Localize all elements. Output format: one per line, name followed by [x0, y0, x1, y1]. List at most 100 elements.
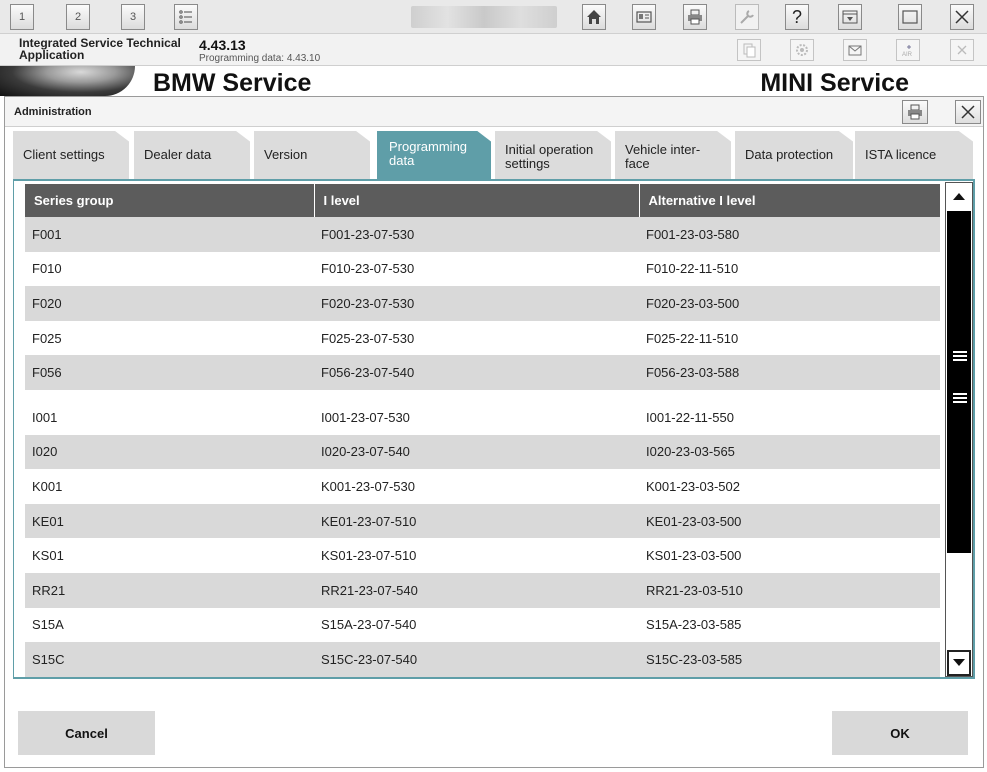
administration-dialog: Administration Client settings Dealer da… [4, 96, 984, 768]
cell-series-group: I020 [25, 434, 314, 470]
settings-gear-icon[interactable] [790, 39, 814, 61]
cell-i-level: I001-23-07-530 [314, 399, 639, 435]
svg-text:AIR: AIR [902, 52, 913, 58]
app-header: Integrated Service Technical Application… [0, 34, 987, 66]
dialog-print-icon[interactable] [902, 100, 928, 124]
table-body: F001 F001-23-07-530 F001-23-03-580 F010 F010… [25, 217, 940, 677]
cell-series-group: F025 [25, 320, 314, 356]
close-secondary-icon[interactable] [950, 39, 974, 61]
cell-alternative-i-level: KE01-23-03-500 [639, 503, 940, 539]
mini-service-title: MINI Service [760, 69, 909, 96]
cell-series-group: S15C [25, 642, 314, 677]
tab-programming-data[interactable]: Programming data [377, 131, 491, 179]
mail-icon[interactable] [843, 39, 867, 61]
home-icon[interactable] [582, 4, 606, 30]
app-name: Integrated Service Technical Application [19, 37, 181, 61]
programming-data-version: Programming data: 4.43.10 [199, 53, 321, 64]
table-row[interactable]: F001 F001-23-07-530 F001-23-03-580 [25, 217, 940, 252]
cell-i-level: KS01-23-07-510 [314, 538, 639, 573]
table-row[interactable]: KS01 KS01-23-07-510 KS01-23-03-500 [25, 538, 940, 573]
cell-alternative-i-level: F020-23-03-500 [639, 286, 940, 321]
vertical-scrollbar[interactable] [945, 182, 973, 677]
id-card-icon[interactable] [632, 4, 656, 30]
cell-series-group: RR21 [25, 572, 314, 608]
cell-i-level: KE01-23-07-510 [314, 503, 639, 539]
cell-series-group: F020 [25, 286, 314, 321]
tab-vehicle-interface[interactable]: Vehicle inter-face [615, 131, 731, 179]
cell-i-level: K001-23-07-530 [314, 469, 639, 504]
table-row[interactable]: S15C S15C-23-07-540 S15C-23-03-585 [25, 642, 940, 677]
wrench-icon[interactable] [735, 4, 759, 30]
table-row[interactable]: S15A S15A-23-07-540 S15A-23-03-585 [25, 607, 940, 643]
cell-i-level: F010-23-07-530 [314, 251, 639, 287]
cell-alternative-i-level: F025-22-11-510 [639, 320, 940, 356]
dialog-title: Administration [14, 106, 92, 118]
cell-alternative-i-level: S15C-23-03-585 [639, 642, 940, 677]
workspace-1-button[interactable]: 1 [10, 4, 34, 30]
scroll-up-arrow-icon[interactable] [947, 183, 971, 209]
table-row[interactable]: I001 I001-23-07-530 I001-22-11-550 [25, 399, 940, 435]
workspace-2-button[interactable]: 2 [66, 4, 90, 30]
table-row[interactable]: F010 F010-23-07-530 F010-22-11-510 [25, 251, 940, 287]
cell-i-level: I020-23-07-540 [314, 434, 639, 470]
cell-i-level: RR21-23-07-540 [314, 572, 639, 608]
programming-data-panel: Series group I level Alternative I level… [13, 179, 975, 679]
tab-initial-operation-settings[interactable]: Initial operation settings [495, 131, 611, 179]
brand-band: BMW Service MINI Service [0, 66, 987, 96]
table-row[interactable]: K001 K001-23-07-530 K001-23-03-502 [25, 469, 940, 504]
col-header-i-level[interactable]: I level [314, 184, 640, 217]
workspace-3-button[interactable]: 3 [121, 4, 145, 30]
cell-i-level: F025-23-07-530 [314, 320, 639, 356]
cell-alternative-i-level: K001-23-03-502 [639, 469, 940, 504]
scroll-thumb[interactable] [947, 211, 971, 553]
scroll-down-arrow-icon[interactable] [947, 650, 971, 676]
close-app-icon[interactable] [950, 4, 974, 30]
cell-series-group: F056 [25, 355, 314, 390]
tab-dealer-data[interactable]: Dealer data [134, 131, 250, 179]
cell-i-level: S15A-23-07-540 [314, 607, 639, 643]
cell-series-group: K001 [25, 469, 314, 504]
tab-ista-licence[interactable]: ISTA licence [855, 131, 973, 179]
table-row[interactable]: F025 F025-23-07-530 F025-22-11-510 [25, 320, 940, 356]
cell-alternative-i-level: S15A-23-03-585 [639, 607, 940, 643]
table-row[interactable]: RR21 RR21-23-07-540 RR21-23-03-510 [25, 572, 940, 608]
scroll-grip-icon [953, 393, 967, 403]
table-row[interactable]: KE01 KE01-23-07-510 KE01-23-03-500 [25, 503, 940, 539]
dialog-titlebar: Administration [5, 97, 983, 127]
list-icon[interactable] [174, 4, 198, 30]
col-header-alternative-i-level[interactable]: Alternative I level [639, 184, 940, 217]
cell-alternative-i-level: I020-23-03-565 [639, 434, 940, 470]
table-row[interactable]: I020 I020-23-07-540 I020-23-03-565 [25, 434, 940, 470]
tab-version[interactable]: Version [254, 131, 370, 179]
window-maximize-icon[interactable] [898, 4, 922, 30]
document-copy-icon[interactable] [737, 39, 761, 61]
app-version: 4.43.13 [199, 37, 246, 53]
cell-i-level: F056-23-07-540 [314, 355, 639, 390]
cell-series-group: KS01 [25, 538, 314, 573]
bmw-service-title: BMW Service [153, 69, 312, 96]
cancel-button[interactable]: Cancel [18, 711, 155, 755]
print-icon[interactable] [683, 4, 707, 30]
ok-button[interactable]: OK [832, 711, 968, 755]
tab-initial-operation-label: Initial operation settings [505, 142, 594, 171]
cell-series-group: F001 [25, 217, 314, 252]
tab-data-protection[interactable]: Data protection [735, 131, 853, 179]
cell-alternative-i-level: RR21-23-03-510 [639, 572, 940, 608]
cell-series-group: KE01 [25, 503, 314, 539]
air-icon[interactable]: AIR [896, 39, 920, 61]
row-separator [25, 389, 940, 400]
dialog-close-icon[interactable] [955, 100, 981, 124]
help-icon[interactable]: ? [785, 4, 809, 30]
cell-alternative-i-level: KS01-23-03-500 [639, 538, 940, 573]
col-header-series-group[interactable]: Series group [25, 184, 315, 217]
tab-client-settings[interactable]: Client settings [13, 131, 129, 179]
dropdown-panel-icon[interactable] [838, 4, 862, 30]
cell-i-level: S15C-23-07-540 [314, 642, 639, 677]
table-row[interactable]: F056 F056-23-07-540 F056-23-03-588 [25, 355, 940, 390]
cell-series-group: I001 [25, 399, 314, 435]
tab-bar: Client settings Dealer data Version Prog… [13, 131, 975, 179]
tab-vehicle-interface-label: Vehicle inter-face [625, 142, 701, 171]
cell-alternative-i-level: F001-23-03-580 [639, 217, 940, 252]
table-row[interactable]: F020 F020-23-07-530 F020-23-03-500 [25, 286, 940, 321]
bmw-logo-swoosh [0, 66, 135, 96]
